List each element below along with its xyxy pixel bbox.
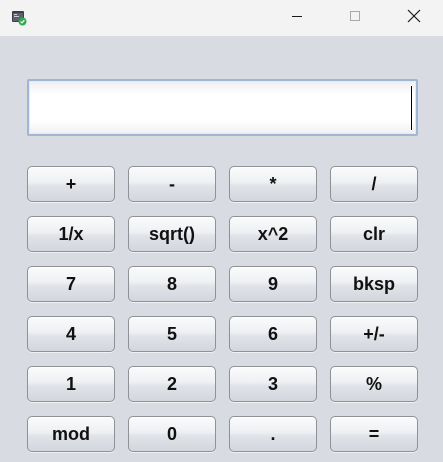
close-button[interactable] xyxy=(385,0,443,36)
add-button[interactable]: + xyxy=(27,166,115,202)
equals-button[interactable]: = xyxy=(330,416,418,452)
digit-0-button[interactable]: 0 xyxy=(128,416,216,452)
text-caret xyxy=(411,86,412,130)
percent-button[interactable]: % xyxy=(330,366,418,402)
multiply-button[interactable]: * xyxy=(229,166,317,202)
reciprocal-button[interactable]: 1/x xyxy=(27,216,115,252)
subtract-button[interactable]: - xyxy=(128,166,216,202)
minimize-icon xyxy=(291,9,303,27)
digit-6-button[interactable]: 6 xyxy=(229,316,317,352)
minimize-button[interactable] xyxy=(268,0,326,36)
digit-2-button[interactable]: 2 xyxy=(128,366,216,402)
close-icon xyxy=(407,9,421,28)
title-bar xyxy=(0,0,443,36)
sqrt-button[interactable]: sqrt() xyxy=(128,216,216,252)
clear-button[interactable]: clr xyxy=(330,216,418,252)
digit-9-button[interactable]: 9 xyxy=(229,266,317,302)
digit-4-button[interactable]: 4 xyxy=(27,316,115,352)
digit-8-button[interactable]: 8 xyxy=(128,266,216,302)
app-icon[interactable] xyxy=(11,10,27,26)
digit-5-button[interactable]: 5 xyxy=(128,316,216,352)
digit-7-button[interactable]: 7 xyxy=(27,266,115,302)
digit-1-button[interactable]: 1 xyxy=(27,366,115,402)
decimal-point-button[interactable]: . xyxy=(229,416,317,452)
digit-3-button[interactable]: 3 xyxy=(229,366,317,402)
negate-button[interactable]: +/- xyxy=(330,316,418,352)
square-button[interactable]: x^2 xyxy=(229,216,317,252)
display-field[interactable] xyxy=(27,79,418,136)
mod-button[interactable]: mod xyxy=(27,416,115,452)
backspace-button[interactable]: bksp xyxy=(330,266,418,302)
divide-button[interactable]: / xyxy=(330,166,418,202)
maximize-icon xyxy=(349,9,361,27)
maximize-button[interactable] xyxy=(326,0,384,36)
